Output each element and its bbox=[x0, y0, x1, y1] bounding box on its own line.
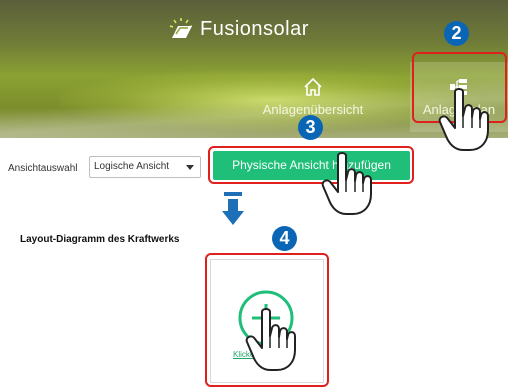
step-badge-2: 2 bbox=[444, 21, 469, 46]
step-badge-4: 4 bbox=[272, 226, 297, 251]
view-select-value: Logische Ansicht bbox=[94, 161, 170, 172]
view-selection-label: Ansichtauswahl bbox=[8, 163, 78, 174]
step-badge-3: 3 bbox=[298, 115, 323, 140]
arrow-down-icon bbox=[222, 192, 244, 225]
brand-name: Fusionsolar bbox=[200, 17, 309, 40]
pointing-hand-icon bbox=[245, 308, 296, 371]
home-icon bbox=[304, 77, 322, 96]
chevron-down-icon bbox=[186, 165, 194, 170]
brand: Fusionsolar bbox=[168, 16, 309, 42]
pointing-hand-icon bbox=[438, 88, 489, 151]
view-select[interactable]: Logische Ansicht bbox=[89, 156, 201, 178]
section-title: Layout-Diagramm des Kraftwerks bbox=[20, 234, 180, 245]
callout-highlight-add-button bbox=[208, 146, 414, 184]
pointing-hand-icon bbox=[321, 152, 372, 215]
sun-leaf-logo-icon bbox=[169, 18, 193, 38]
